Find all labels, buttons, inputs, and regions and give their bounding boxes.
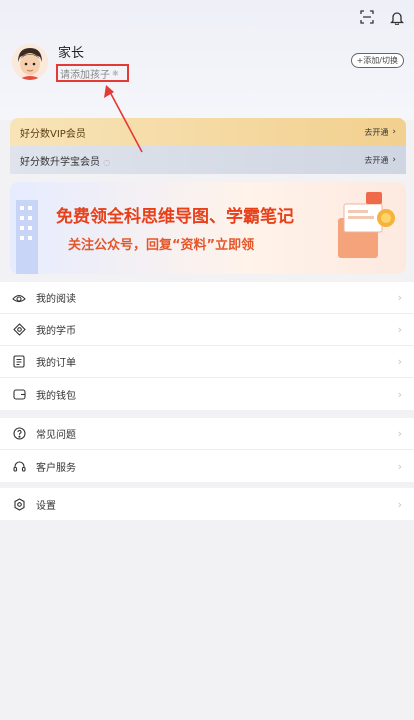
menu-item-faq[interactable]: 常见问题 › bbox=[0, 418, 414, 450]
menu-group-help: 常见问题 › 客户服务 › bbox=[0, 418, 414, 482]
order-icon bbox=[12, 355, 26, 369]
menu-item-label: 设置 bbox=[36, 500, 56, 512]
scan-icon[interactable] bbox=[358, 8, 376, 26]
empty-area bbox=[0, 522, 414, 720]
bell-icon[interactable] bbox=[388, 8, 406, 26]
menu-group-settings: 设置 › bbox=[0, 488, 414, 520]
chevron-right-icon: › bbox=[392, 155, 396, 165]
add-switch-button[interactable]: +添加/切换 bbox=[350, 53, 404, 68]
menu-item-label: 我的订单 bbox=[36, 358, 76, 369]
building-illustration bbox=[16, 200, 38, 274]
vip-card[interactable]: 好分数VIP会员 去开通 › bbox=[10, 118, 406, 146]
menu-item-label: 我的学币 bbox=[36, 326, 76, 337]
user-name: 家长 bbox=[58, 46, 85, 61]
menu-item-label: 客户服务 bbox=[36, 462, 76, 474]
vip-open-label: 去开通 bbox=[364, 127, 389, 137]
top-icons bbox=[358, 8, 406, 26]
avatar[interactable] bbox=[12, 44, 48, 80]
menu-group-main: 我的阅读 › 我的学币 › 我的订单 › 我的钱包 › bbox=[0, 282, 414, 410]
promo-banner[interactable]: 免费领全科思维导图、学霸笔记 关注公众号，回复“资料”立即领 bbox=[10, 182, 406, 274]
menu-item-settings[interactable]: 设置 › bbox=[0, 488, 414, 520]
xb-card-title: 好分数升学宝会员 ◌ bbox=[20, 156, 111, 168]
menu-item-label: 我的阅读 bbox=[36, 294, 76, 305]
settings-icon bbox=[12, 497, 26, 511]
coin-icon bbox=[12, 323, 26, 337]
gift-illustration bbox=[338, 192, 395, 258]
info-icon: ◌ bbox=[103, 157, 111, 167]
chevron-right-icon: › bbox=[397, 459, 402, 473]
question-icon bbox=[12, 427, 26, 441]
menu-item-reading[interactable]: 我的阅读 › bbox=[0, 282, 414, 314]
chevron-right-icon: › bbox=[397, 291, 402, 304]
wallet-icon bbox=[12, 387, 26, 401]
menu-item-orders[interactable]: 我的订单 › bbox=[0, 346, 414, 378]
vip-card-title: 好分数VIP会员 bbox=[20, 128, 86, 140]
headset-icon bbox=[12, 459, 26, 473]
chevron-right-icon: › bbox=[397, 427, 402, 440]
xb-open-button[interactable]: 去开通 › bbox=[364, 155, 396, 166]
chevron-right-icon: › bbox=[392, 127, 396, 137]
settings-small-icon: ✱ bbox=[112, 68, 119, 78]
chevron-right-icon: › bbox=[397, 355, 402, 368]
menu-item-wallet[interactable]: 我的钱包 › bbox=[0, 378, 414, 410]
menu-item-label: 常见问题 bbox=[36, 430, 76, 441]
eye-icon bbox=[12, 291, 26, 305]
xb-open-label: 去开通 bbox=[364, 155, 389, 165]
banner-title: 免费领全科思维导图、学霸笔记 bbox=[56, 207, 294, 227]
add-child-button[interactable]: 请添加孩子 ✱ bbox=[56, 64, 129, 82]
xb-card[interactable]: 好分数升学宝会员 ◌ 去开通 › bbox=[10, 146, 406, 174]
chevron-right-icon: › bbox=[397, 497, 402, 511]
menu-item-label: 我的钱包 bbox=[36, 390, 76, 402]
chevron-right-icon: › bbox=[397, 387, 402, 401]
menu-item-support[interactable]: 客户服务 › bbox=[0, 450, 414, 482]
chevron-right-icon: › bbox=[397, 323, 402, 336]
add-child-label: 请添加孩子 bbox=[60, 69, 110, 81]
menu-item-coins[interactable]: 我的学币 › bbox=[0, 314, 414, 346]
vip-open-button[interactable]: 去开通 › bbox=[364, 127, 396, 138]
banner-subtitle: 关注公众号，回复“资料”立即领 bbox=[68, 238, 255, 253]
